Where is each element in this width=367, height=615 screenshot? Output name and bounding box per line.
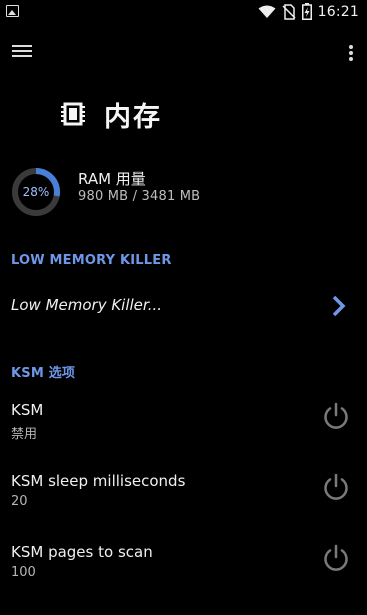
ram-value: 980 MB / 3481 MB (78, 189, 201, 204)
setting-title: KSM sleep milliseconds (11, 472, 186, 490)
power-icon[interactable] (321, 401, 351, 431)
status-icons: 16:21 (258, 3, 359, 20)
low-memory-killer-label: Low Memory Killer... (11, 296, 163, 314)
app-bar (0, 24, 367, 80)
no-sim-icon (282, 3, 296, 20)
hamburger-menu-icon[interactable] (12, 42, 36, 62)
status-bar: 16:21 (0, 0, 367, 24)
ksm-pages-row[interactable]: KSM pages to scan 100 (0, 543, 367, 599)
ksm-toggle-row[interactable]: KSM 禁用 (0, 401, 367, 457)
chevron-right-icon (332, 295, 346, 317)
ram-percent-label: 28% (22, 185, 50, 199)
ram-title: RAM 用量 (78, 170, 146, 188)
setting-title: KSM pages to scan (11, 543, 153, 561)
power-icon[interactable] (321, 472, 351, 502)
page-title: 内存 (104, 101, 162, 133)
wifi-icon (258, 5, 276, 18)
setting-value: 100 (11, 565, 36, 580)
setting-value: 禁用 (11, 427, 38, 442)
status-time: 16:21 (317, 3, 359, 20)
low-memory-killer-item[interactable]: Low Memory Killer... (0, 282, 367, 330)
battery-charging-icon (301, 3, 312, 20)
setting-value: 20 (11, 494, 28, 509)
section-header-ksm: KSM 选项 (11, 366, 76, 381)
ksm-sleep-row[interactable]: KSM sleep milliseconds 20 (0, 472, 367, 528)
setting-title: KSM (11, 401, 44, 419)
page-header: 内存 (60, 92, 162, 136)
memory-chip-icon (61, 102, 85, 126)
power-icon[interactable] (321, 543, 351, 573)
ram-usage-card: 28% RAM 用量 980 MB / 3481 MB (0, 160, 367, 220)
section-header-lmk: LOW MEMORY KILLER (11, 253, 172, 268)
image-notification-icon (6, 5, 19, 17)
more-vert-icon[interactable] (347, 43, 355, 65)
